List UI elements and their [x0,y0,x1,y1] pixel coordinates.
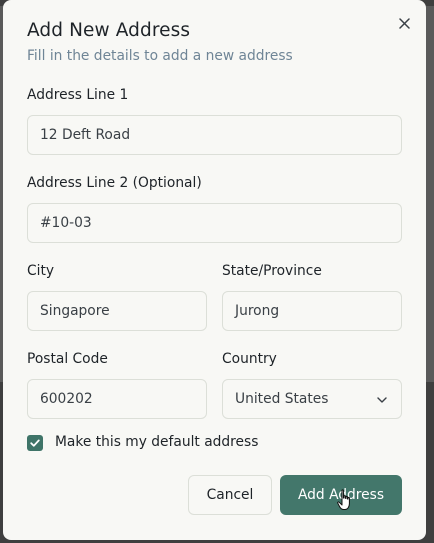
city-label: City [27,263,55,279]
state-label: State/Province [222,263,322,279]
postal-code-label: Postal Code [27,351,108,367]
state-field[interactable]: Jurong [222,291,402,331]
add-address-dialog: Add New Address Fill in the details to a… [3,0,426,540]
country-value: United States [235,391,329,407]
cancel-button[interactable]: Cancel [188,475,272,515]
close-icon[interactable] [398,17,410,29]
address-line-1-label: Address Line 1 [27,87,129,103]
address-line-1-field[interactable]: 12 Deft Road [27,115,402,155]
postal-code-value: 600202 [40,391,93,407]
address-line-1-value: 12 Deft Road [40,127,131,143]
country-select[interactable]: United States [222,379,402,419]
default-address-checkbox[interactable] [27,435,43,451]
checkmark-icon [30,439,40,447]
city-value: Singapore [40,303,110,319]
dialog-title: Add New Address [27,20,191,41]
address-line-2-value: #10-03 [40,215,92,231]
dialog-subtitle: Fill in the details to add a new address [27,48,293,64]
chevron-down-icon [377,397,387,403]
state-value: Jurong [235,303,280,319]
close-button[interactable] [395,14,413,32]
city-field[interactable]: Singapore [27,291,207,331]
postal-code-field[interactable]: 600202 [27,379,207,419]
hand-cursor-icon [337,489,350,510]
address-line-2-field[interactable]: #10-03 [27,203,402,243]
default-address-label[interactable]: Make this my default address [55,434,258,450]
country-label: Country [222,351,277,367]
address-line-2-label: Address Line 2 (Optional) [27,175,202,191]
